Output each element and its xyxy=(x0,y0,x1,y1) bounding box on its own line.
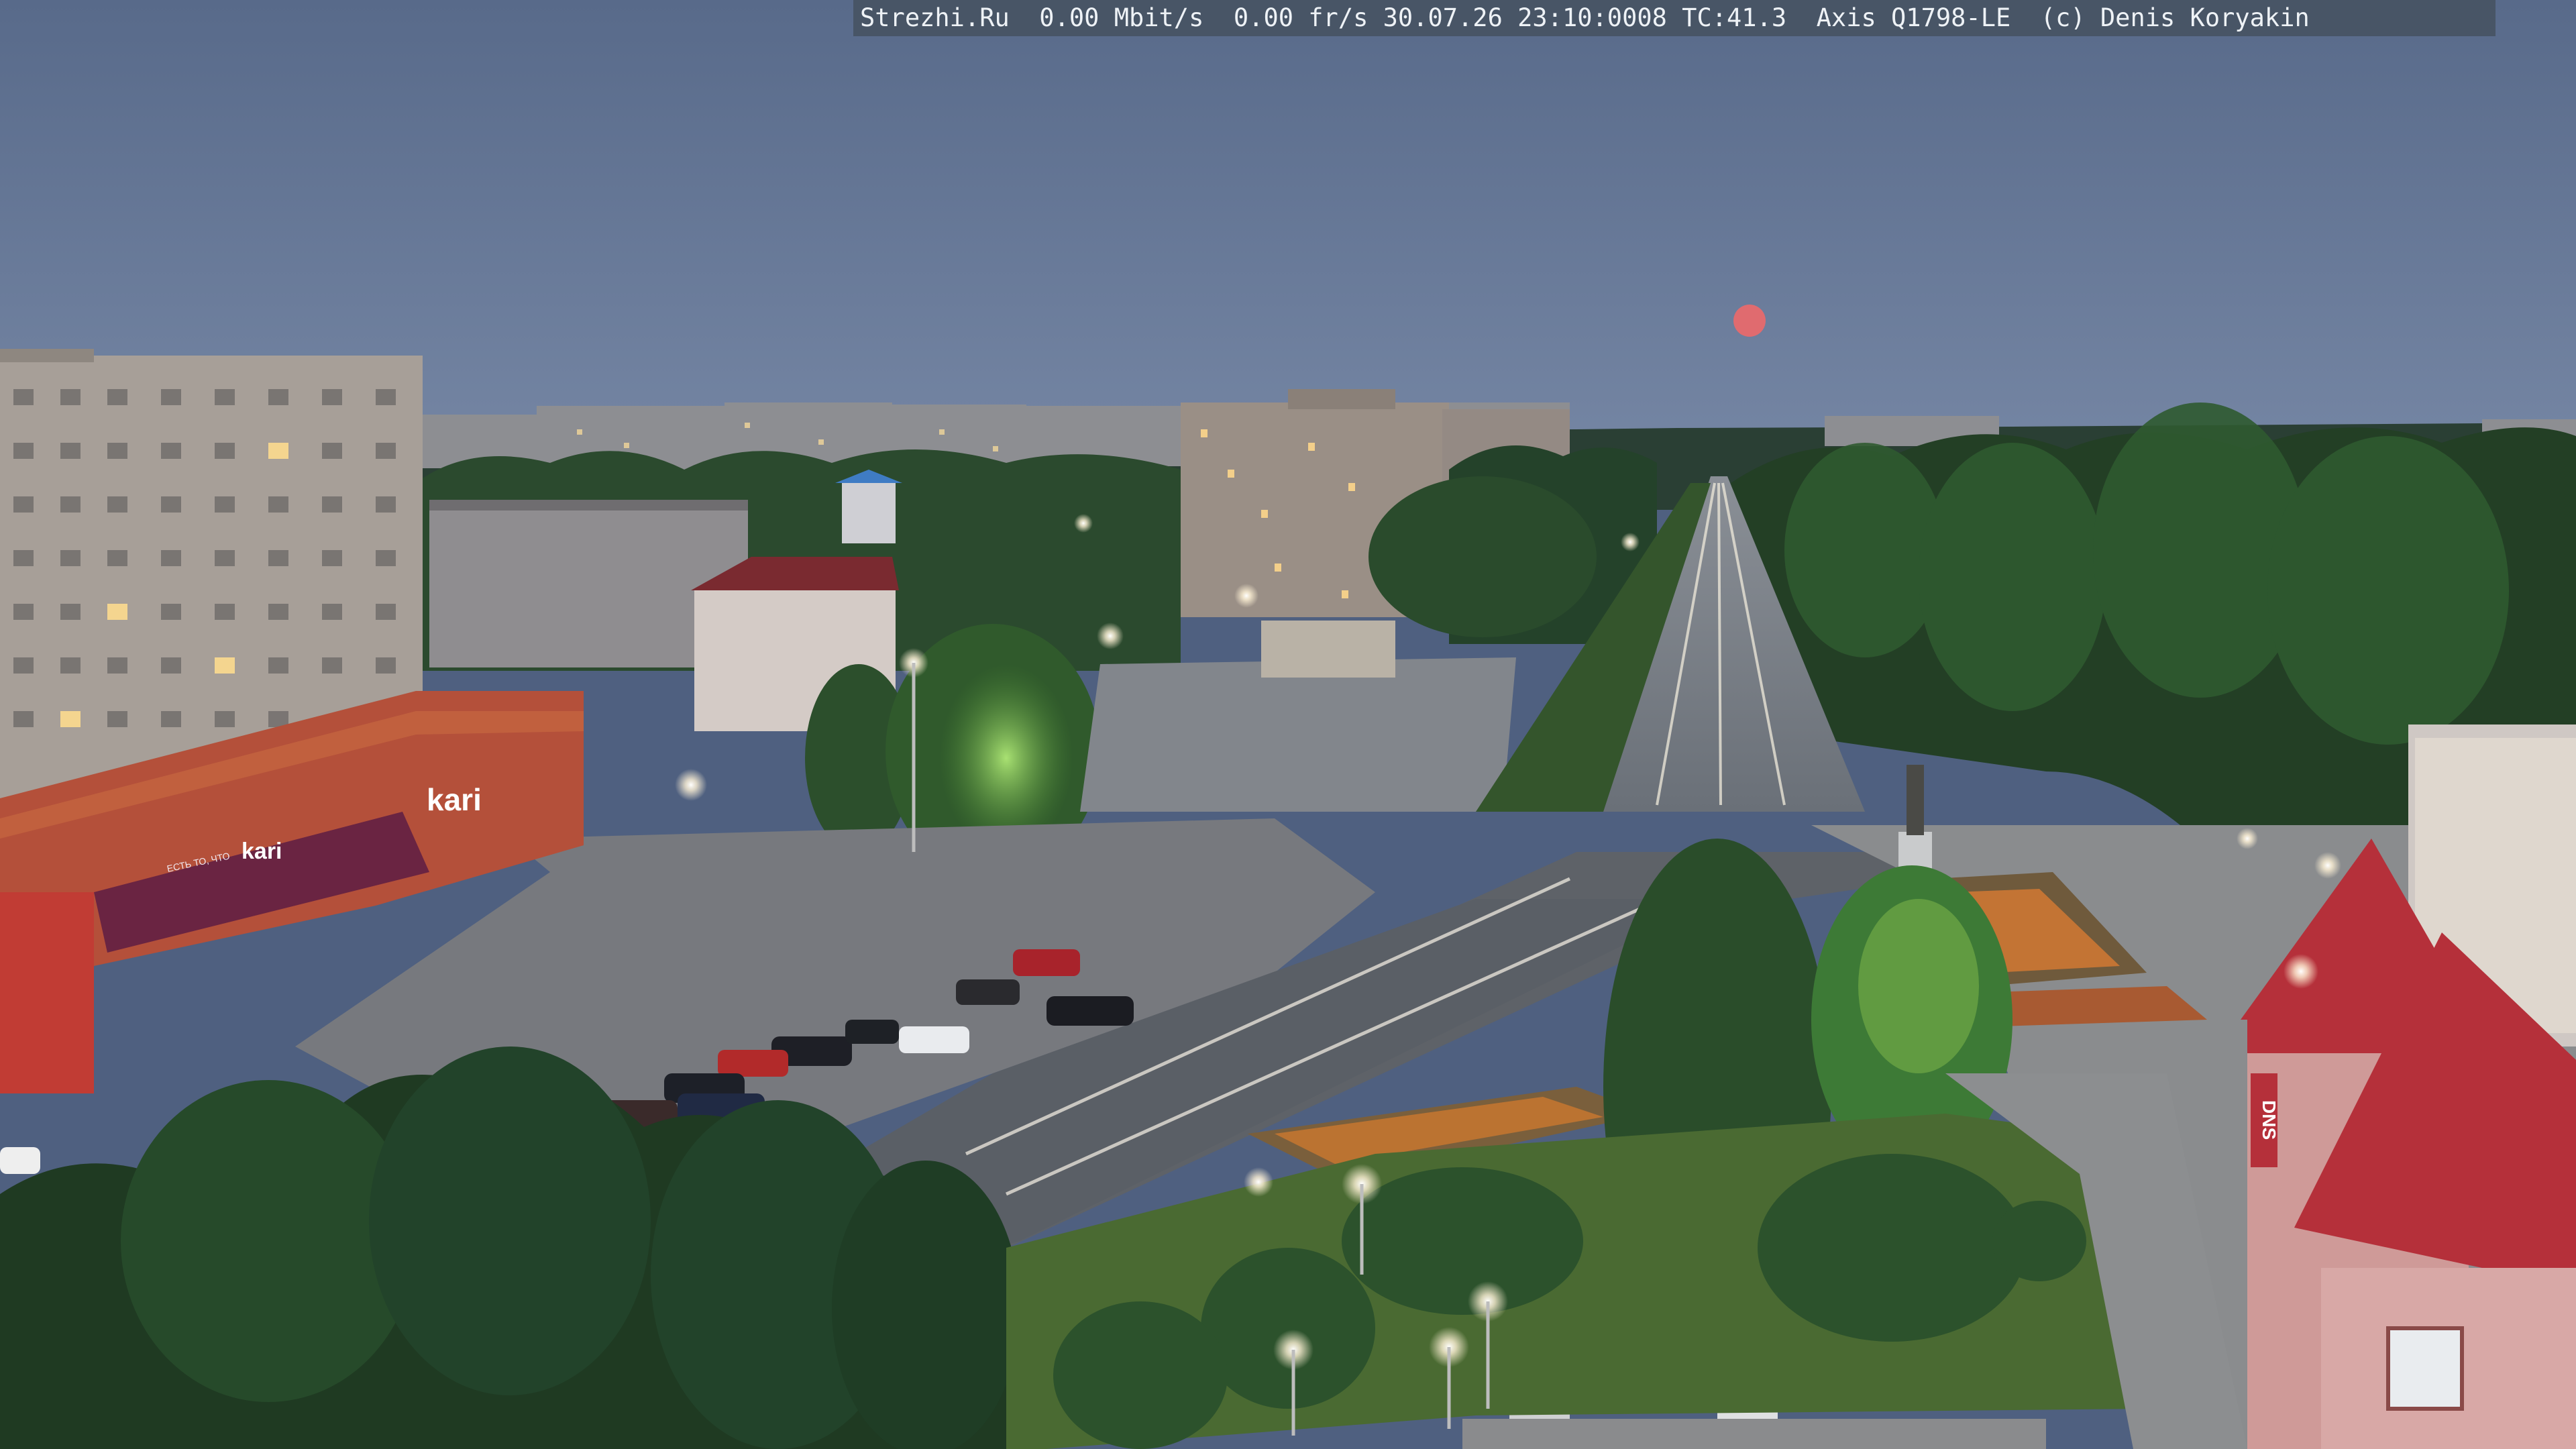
camera-overlay-bar: Strezhi.Ru 0.00 Mbit/s 0.00 fr/s 30.07.2… xyxy=(853,0,2496,36)
store-brand-sign: kari xyxy=(427,782,482,817)
store-brand-sign-small: kari xyxy=(241,839,282,864)
moon xyxy=(1733,305,1766,337)
webcam-scene: kari kari ЕСТЬ ТО, ЧТО DNS xyxy=(0,0,2576,1449)
blue-tower xyxy=(835,470,902,543)
dns-sign: DNS xyxy=(2259,1100,2279,1140)
square-far xyxy=(1080,657,1516,812)
pavilion xyxy=(1261,621,1395,678)
